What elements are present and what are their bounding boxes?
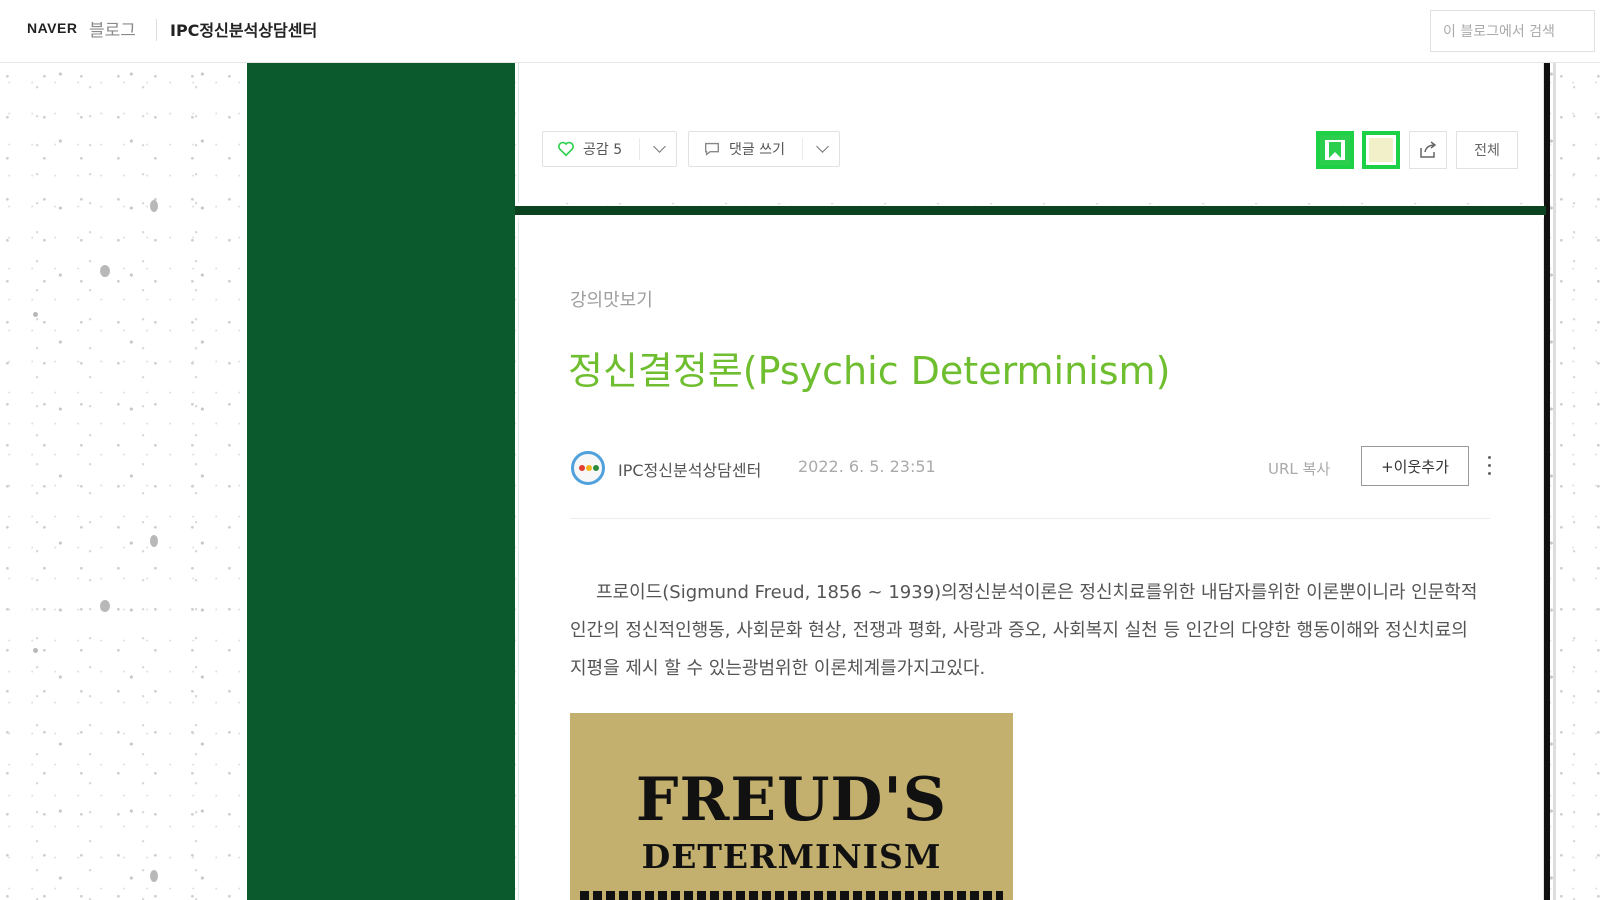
blog-name-link[interactable]: IPC정신분석상담센터	[170, 17, 317, 41]
post-category-link[interactable]: 강의맛보기	[570, 286, 653, 312]
memo-icon	[1369, 138, 1393, 162]
chat-bubble-icon	[705, 142, 719, 156]
view-all-button[interactable]: 전체	[1456, 131, 1518, 169]
like-button[interactable]: 공감 5	[542, 131, 677, 167]
meta-divider	[570, 518, 1490, 519]
chevron-down-icon[interactable]	[653, 140, 666, 153]
kebab-dot	[1488, 472, 1491, 475]
comment-button[interactable]: 댓글 쓰기	[688, 131, 840, 167]
kebab-menu-icon[interactable]	[1488, 456, 1492, 478]
left-green-panel	[247, 63, 515, 900]
book-cover-image[interactable]: FREUD'S DETERMINISM	[570, 713, 1013, 900]
background-speck	[100, 600, 110, 612]
url-copy-link[interactable]: URL 복사	[1268, 458, 1330, 479]
bookmark-icon	[1325, 140, 1345, 160]
avatar-dot	[579, 465, 585, 471]
memo-button[interactable]	[1362, 131, 1400, 169]
author-avatar[interactable]	[571, 451, 605, 485]
avatar-dot	[593, 465, 599, 471]
header-divider	[156, 19, 157, 41]
book-title-line-1: FREUD'S	[635, 765, 948, 835]
right-border-bar	[1544, 63, 1550, 900]
post-title: 정신결정론(Psychic Determinism)	[568, 349, 1171, 393]
right-border-shadow	[1553, 63, 1556, 900]
naver-logo[interactable]: NAVER	[27, 20, 77, 36]
add-neighbor-button[interactable]: +이웃추가	[1361, 446, 1469, 486]
comment-label: 댓글 쓰기	[729, 142, 785, 158]
share-icon	[1420, 141, 1437, 158]
bookmark-button[interactable]	[1316, 131, 1354, 169]
background-speck	[33, 312, 38, 317]
top-navigation-bar: NAVER 블로그 IPC정신분석상담센터 이 블로그에서 검색	[0, 0, 1600, 63]
background-speck	[150, 200, 158, 212]
like-divider	[639, 138, 640, 160]
background-speck	[100, 265, 110, 277]
share-button[interactable]	[1409, 131, 1447, 169]
post-date: 2022. 6. 5. 23:51	[798, 457, 936, 476]
section-separator	[515, 206, 1546, 215]
background-speck	[150, 870, 158, 882]
background-speck	[33, 648, 38, 653]
chevron-down-icon[interactable]	[816, 140, 829, 153]
comment-divider	[802, 138, 803, 160]
heart-icon	[558, 141, 574, 157]
blog-service-link[interactable]: 블로그	[89, 16, 136, 41]
kebab-dot	[1488, 456, 1491, 459]
background-speck	[150, 535, 158, 547]
kebab-dot	[1488, 464, 1491, 467]
like-count-label: 공감 5	[583, 142, 623, 158]
author-name-link[interactable]: IPC정신분석상담센터	[618, 457, 761, 481]
avatar-dot	[586, 465, 592, 471]
blog-search-input[interactable]: 이 블로그에서 검색	[1430, 10, 1595, 52]
book-decorative-stripe	[580, 891, 1003, 900]
post-body-text: 프로이드(Sigmund Freud, 1856 ~ 1939)의정신분석이론은…	[570, 582, 1478, 679]
book-title-line-2: DETERMINISM	[641, 837, 942, 876]
